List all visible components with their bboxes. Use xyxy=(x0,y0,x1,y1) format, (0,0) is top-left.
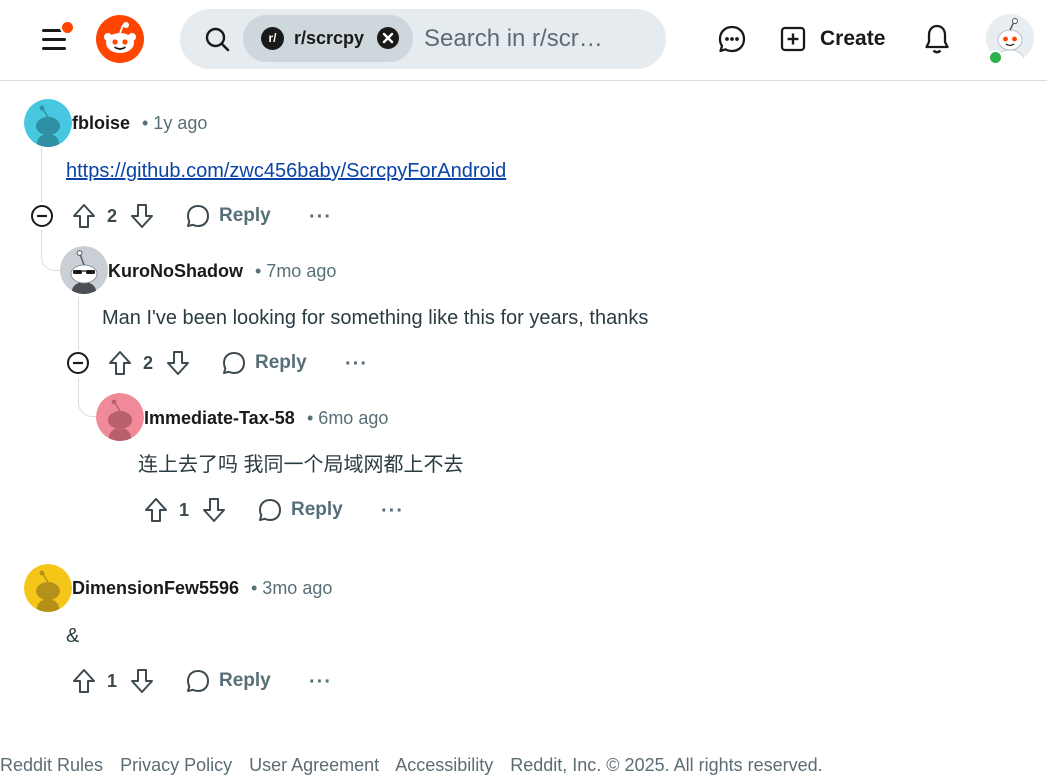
more-options-button[interactable]: ··· xyxy=(309,207,332,227)
footer-link-accessibility[interactable]: Accessibility xyxy=(395,755,493,775)
footer: Reddit Rules Privacy Policy User Agreeme… xyxy=(0,754,835,776)
more-options-button[interactable]: ··· xyxy=(309,672,332,692)
reply-icon[interactable] xyxy=(183,666,213,696)
comment-timestamp: • 1y ago xyxy=(142,113,208,133)
collapse-icon[interactable] xyxy=(64,348,94,378)
footer-copyright: Reddit, Inc. © 2025. All rights reserved… xyxy=(510,755,823,775)
chat-icon[interactable] xyxy=(716,23,748,55)
comment-body: Man I've been looking for something like… xyxy=(102,307,649,329)
comment-author[interactable]: Immediate-Tax-58 xyxy=(144,407,295,429)
comment-timestamp: • 3mo ago xyxy=(251,578,333,598)
reply-button[interactable]: Reply xyxy=(219,670,271,692)
downvote-icon[interactable] xyxy=(199,495,229,525)
comment-link[interactable]: https://github.com/zwc456baby/ScrcpyForA… xyxy=(66,160,506,182)
comment-body: https://github.com/zwc456baby/ScrcpyForA… xyxy=(66,158,506,184)
thread-line xyxy=(41,148,42,202)
create-button[interactable]: Create xyxy=(820,26,885,52)
plus-square-icon[interactable] xyxy=(780,26,806,52)
more-options-button[interactable]: ··· xyxy=(345,354,368,374)
reply-button[interactable]: Reply xyxy=(291,499,343,521)
downvote-icon[interactable] xyxy=(127,666,157,696)
vote-count: 1 xyxy=(179,500,190,520)
upvote-icon[interactable] xyxy=(141,495,171,525)
comment-timestamp: • 7mo ago xyxy=(255,261,337,281)
upvote-icon[interactable] xyxy=(69,201,99,231)
reply-button[interactable]: Reply xyxy=(255,352,307,374)
comment-author[interactable]: DimensionFew5596 xyxy=(72,577,239,599)
vote-count: 2 xyxy=(143,353,154,373)
subreddit-chip-label: r/scrcpy xyxy=(294,28,365,48)
vote-count: 2 xyxy=(107,206,118,226)
avatar[interactable] xyxy=(96,393,144,441)
upvote-icon[interactable] xyxy=(105,348,135,378)
thread-connector xyxy=(41,248,60,271)
notification-dot xyxy=(60,20,75,35)
top-nav-bar: r/ r/scrcpy Search in r/scr… Create xyxy=(0,0,1047,81)
subreddit-icon: r/ xyxy=(261,27,284,50)
comment-body: & xyxy=(66,625,80,647)
avatar[interactable] xyxy=(24,99,72,147)
close-icon[interactable] xyxy=(377,27,399,49)
comment-timestamp: • 6mo ago xyxy=(307,408,389,428)
avatar[interactable] xyxy=(24,564,72,612)
footer-link-user-agreement[interactable]: User Agreement xyxy=(249,755,379,775)
comment-body: 连上去了吗 我同一个局域网都上不去 xyxy=(138,454,464,476)
reply-icon[interactable] xyxy=(255,495,285,525)
comment-author[interactable]: fbloise xyxy=(72,112,130,134)
reddit-logo[interactable] xyxy=(96,15,144,63)
search-icon[interactable] xyxy=(202,24,234,56)
footer-link-reddit-rules[interactable]: Reddit Rules xyxy=(0,755,103,775)
downvote-icon[interactable] xyxy=(163,348,193,378)
more-options-button[interactable]: ··· xyxy=(381,501,404,521)
vote-count: 1 xyxy=(107,671,118,691)
reply-button[interactable]: Reply xyxy=(219,205,271,227)
upvote-icon[interactable] xyxy=(69,666,99,696)
footer-link-privacy-policy[interactable]: Privacy Policy xyxy=(120,755,232,775)
search-input[interactable]: Search in r/scr… xyxy=(424,24,656,54)
bell-icon[interactable] xyxy=(921,22,953,56)
comment-author[interactable]: KuroNoShadow xyxy=(108,260,243,282)
avatar[interactable] xyxy=(60,246,108,294)
menu-icon[interactable] xyxy=(38,20,75,56)
thread-line xyxy=(78,297,79,350)
reply-icon[interactable] xyxy=(219,348,249,378)
reply-icon[interactable] xyxy=(183,201,213,231)
thread-connector xyxy=(78,394,97,417)
downvote-icon[interactable] xyxy=(127,201,157,231)
collapse-icon[interactable] xyxy=(28,201,58,231)
online-status-dot xyxy=(988,50,1003,65)
